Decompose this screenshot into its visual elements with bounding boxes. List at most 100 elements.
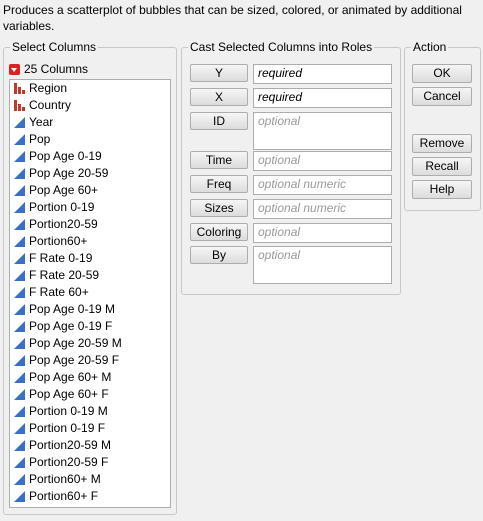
- coloring-role-field[interactable]: optional: [253, 223, 392, 243]
- continuous-column-icon: [14, 389, 25, 400]
- column-list-item[interactable]: Pop Age 60+ F: [10, 386, 170, 403]
- column-name: Year: [29, 115, 54, 129]
- action-title: Action: [411, 39, 449, 55]
- column-list-item[interactable]: Pop Age 60+ M: [10, 369, 170, 386]
- column-list-item[interactable]: F Rate 0-19: [10, 250, 170, 267]
- id-role-button[interactable]: ID: [190, 112, 248, 130]
- role-row-time: Time optional: [190, 151, 392, 171]
- column-list-item[interactable]: Portion20-59: [10, 216, 170, 233]
- column-list-item[interactable]: F Rate 60+: [10, 284, 170, 301]
- red-triangle-menu-icon[interactable]: [9, 63, 20, 75]
- column-list-item[interactable]: Pop Age 0-19 M: [10, 301, 170, 318]
- column-list-item[interactable]: F Rate 20-59: [10, 267, 170, 284]
- column-name: Pop Age 20-59 M: [29, 336, 122, 350]
- continuous-column-icon: [14, 406, 25, 417]
- continuous-column-icon: [14, 338, 25, 349]
- continuous-column-icon: [14, 440, 25, 451]
- column-list-item[interactable]: Portion60+: [10, 233, 170, 250]
- column-list[interactable]: Region Country Year Pop Pop Age 0-19 Pop Age …: [9, 79, 171, 508]
- dialog-description: Produces a scatterplot of bubbles that c…: [3, 3, 462, 33]
- role-row-freq: Freq optional numeric: [190, 175, 392, 195]
- column-list-item[interactable]: Pop Age 20-59 M: [10, 335, 170, 352]
- column-name: Pop Age 60+: [29, 183, 99, 197]
- continuous-column-icon: [14, 270, 25, 281]
- freq-role-button[interactable]: Freq: [190, 175, 248, 193]
- continuous-column-icon: [14, 474, 25, 485]
- column-list-item[interactable]: Pop Age 20-59 F: [10, 352, 170, 369]
- column-list-item[interactable]: Pop Age 0-19: [10, 148, 170, 165]
- column-list-item[interactable]: Pop Age 60+: [10, 182, 170, 199]
- column-name: Portion60+ M: [29, 472, 101, 486]
- column-name: Pop: [29, 132, 51, 146]
- sizes-role-field[interactable]: optional numeric: [253, 199, 392, 219]
- coloring-role-button[interactable]: Coloring: [190, 223, 248, 241]
- continuous-column-icon: [14, 321, 25, 332]
- help-button[interactable]: Help: [412, 180, 472, 199]
- column-name: Region: [29, 81, 68, 95]
- column-name: F Rate 0-19: [29, 251, 93, 265]
- column-list-item[interactable]: Portion20-59 F: [10, 454, 170, 471]
- column-name: Portion60+ F: [29, 489, 99, 503]
- columns-menu[interactable]: 25 Columns: [9, 61, 88, 77]
- column-name: Pop Age 0-19 F: [29, 319, 113, 333]
- continuous-column-icon: [14, 304, 25, 315]
- column-name: Portion20-59 M: [29, 438, 112, 452]
- column-list-item[interactable]: Pop Age 20-59: [10, 165, 170, 182]
- continuous-column-icon: [14, 219, 25, 230]
- y-role-field[interactable]: required: [253, 64, 392, 84]
- cast-roles-title: Cast Selected Columns into Roles: [188, 39, 375, 55]
- select-columns-title: Select Columns: [10, 39, 99, 55]
- continuous-column-icon: [14, 151, 25, 162]
- column-list-item[interactable]: Region: [10, 80, 170, 97]
- continuous-column-icon: [14, 117, 25, 128]
- column-list-item[interactable]: Pop Age 0-19 F: [10, 318, 170, 335]
- column-name: Portion20-59 F: [29, 455, 109, 469]
- time-role-field[interactable]: optional: [253, 151, 392, 171]
- continuous-column-icon: [14, 168, 25, 179]
- role-row-x: X required: [190, 88, 392, 108]
- id-role-field[interactable]: optional: [253, 112, 392, 150]
- column-name: Pop Age 60+ F: [29, 387, 109, 401]
- recall-button[interactable]: Recall: [412, 157, 472, 176]
- x-role-field[interactable]: required: [253, 88, 392, 108]
- column-name: Portion 0-19 F: [29, 421, 106, 435]
- column-list-item[interactable]: Portion 0-19 F: [10, 420, 170, 437]
- y-role-button[interactable]: Y: [190, 64, 248, 82]
- role-row-sizes: Sizes optional numeric: [190, 199, 392, 219]
- column-list-item[interactable]: Country: [10, 97, 170, 114]
- x-role-button[interactable]: X: [190, 88, 248, 106]
- column-list-item[interactable]: Pop: [10, 131, 170, 148]
- column-name: Pop Age 60+ M: [29, 370, 112, 384]
- column-name: Portion20-59: [29, 217, 98, 231]
- continuous-column-icon: [14, 134, 25, 145]
- continuous-column-icon: [14, 202, 25, 213]
- column-list-item[interactable]: Portion 0-19: [10, 199, 170, 216]
- ok-button[interactable]: OK: [412, 64, 472, 83]
- by-role-field[interactable]: optional: [253, 246, 392, 284]
- column-name: Portion60+: [29, 234, 88, 248]
- column-list-item[interactable]: Portion60+ F: [10, 488, 170, 505]
- freq-role-field[interactable]: optional numeric: [253, 175, 392, 195]
- continuous-column-icon: [14, 253, 25, 264]
- continuous-column-icon: [14, 185, 25, 196]
- sizes-role-button[interactable]: Sizes: [190, 199, 248, 217]
- column-list-item[interactable]: Portion60+ M: [10, 471, 170, 488]
- action-panel: Action OK Cancel Remove Recall Help: [404, 39, 481, 211]
- continuous-column-icon: [14, 355, 25, 366]
- nominal-column-icon: [14, 100, 25, 111]
- column-name: Portion 0-19 M: [29, 404, 108, 418]
- role-row-id: ID optional: [190, 112, 392, 150]
- continuous-column-icon: [14, 457, 25, 468]
- column-name: Pop Age 20-59: [29, 166, 109, 180]
- column-list-item[interactable]: Year: [10, 114, 170, 131]
- by-role-button[interactable]: By: [190, 246, 248, 264]
- cancel-button[interactable]: Cancel: [412, 87, 472, 106]
- remove-button[interactable]: Remove: [412, 134, 472, 153]
- column-name: Portion 0-19: [29, 200, 95, 214]
- cast-roles-panel: Cast Selected Columns into Roles Y requi…: [181, 39, 401, 295]
- column-list-item[interactable]: Portion20-59 M: [10, 437, 170, 454]
- continuous-column-icon: [14, 491, 25, 502]
- time-role-button[interactable]: Time: [190, 151, 248, 169]
- role-row-y: Y required: [190, 64, 392, 84]
- column-list-item[interactable]: Portion 0-19 M: [10, 403, 170, 420]
